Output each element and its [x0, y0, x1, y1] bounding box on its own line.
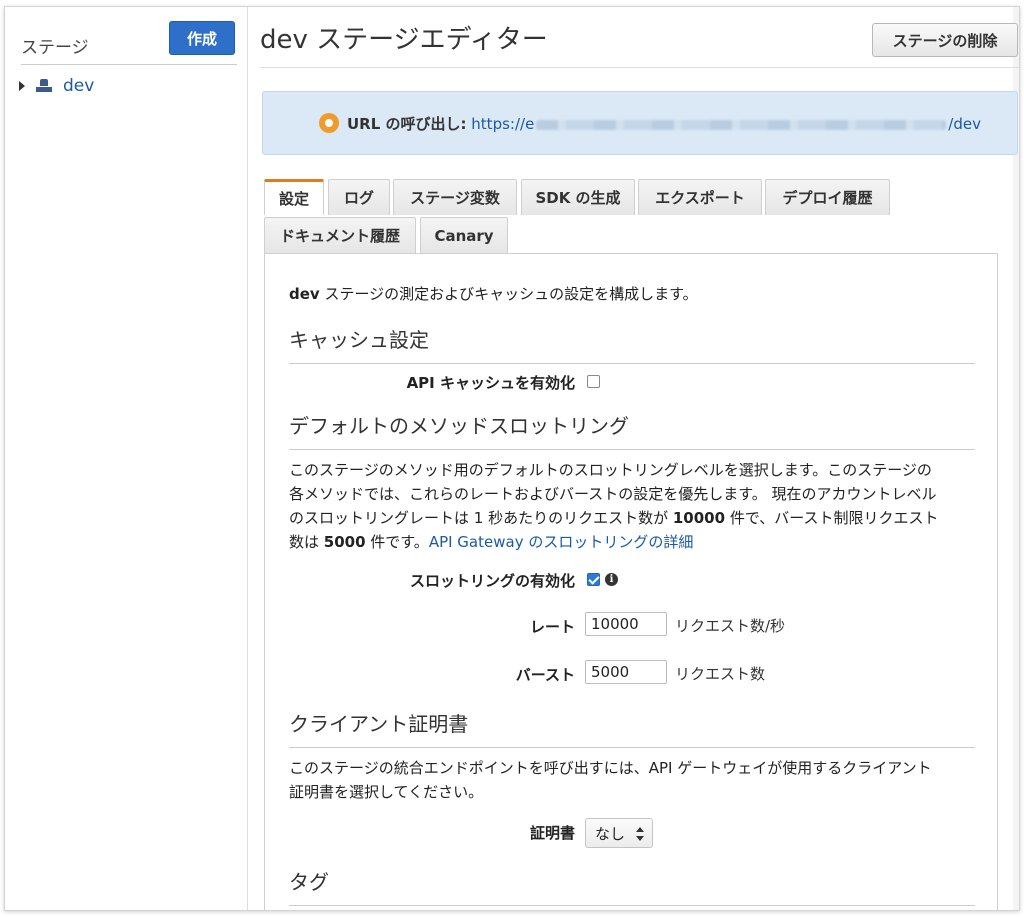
settings-intro: dev ステージの測定およびキャッシュの設定を構成します。 [289, 282, 698, 306]
desc-text: 件です。 [365, 533, 429, 551]
throttling-details-link[interactable]: API Gateway のスロットリングの詳細 [429, 533, 694, 551]
tab-stage-variables[interactable]: ステージ変数 [393, 179, 517, 215]
tab-export[interactable]: エクスポート [638, 179, 762, 215]
cert-desc-line: 証明書を選択してください。 [289, 783, 484, 801]
enable-cache-checkbox[interactable] [587, 375, 600, 388]
enable-throttling-label: スロットリングの有効化 [409, 572, 575, 590]
cert-desc-line: このステージの統合エンドポイントを呼び出すには、API ゲートウェイが使用するク… [289, 759, 932, 777]
sidebar-header: ステージ 作成 [21, 21, 237, 65]
desc-text: 件で、バースト制限リクエスト [725, 509, 939, 527]
create-button[interactable]: 作成 [169, 21, 235, 55]
sidebar-title: ステージ [21, 38, 89, 58]
burst-unit: リクエスト数 [675, 665, 766, 683]
stage-tree-item-dev[interactable]: dev [19, 75, 94, 97]
settings-panel: dev ステージの測定およびキャッシュの設定を構成します。 キャッシュ設定 AP… [264, 253, 998, 910]
certificate-selected-value: なし [595, 824, 626, 843]
client-certificate-description: このステージの統合エンドポイントを呼び出すには、API ゲートウェイが使用するク… [289, 756, 989, 804]
cache-settings-heading: キャッシュ設定 [289, 324, 975, 364]
select-arrows-icon [636, 827, 644, 841]
burst-label: バースト [515, 666, 575, 684]
invoke-url-banner: URL の呼び出し: https://e/dev [262, 91, 1018, 155]
tab-logs[interactable]: ログ [328, 179, 390, 215]
rate-unit: リクエスト数/秒 [675, 617, 786, 635]
client-certificate-heading: クライアント証明書 [289, 708, 975, 748]
enable-throttling-checkbox[interactable] [587, 573, 600, 586]
tags-heading: タグ [289, 866, 975, 906]
throttling-heading: デフォルトのメソッドスロットリング [289, 410, 975, 450]
tab-deployment-history[interactable]: デプロイ履歴 [765, 179, 890, 215]
invoke-url-start[interactable]: https://e [471, 115, 534, 133]
tab-canary[interactable]: Canary [420, 217, 508, 253]
throttling-desc-line: 各メソッドでは、これらのレートおよびバーストの設定を優先します。 現在のアカウン… [289, 485, 937, 503]
certificate-label: 証明書 [529, 824, 575, 842]
intro-text: ステージの測定およびキャッシュの設定を構成します。 [319, 285, 698, 303]
throttling-desc-line: のスロットリングレートは 1 秒あたりのリクエスト数が 10000 件で、バース… [289, 506, 989, 530]
stage-editor: dev ステージエディター ステージの削除 URL の呼び出し: https:/… [260, 7, 1019, 910]
throttling-desc-line: 数は 5000 件です。API Gateway のスロットリングの詳細 [289, 530, 989, 554]
invoke-url-end[interactable]: /dev [948, 115, 981, 133]
rate-limit-value: 10000 [672, 509, 726, 527]
intro-stage-name: dev [289, 285, 320, 303]
page-title: dev ステージエディター [260, 25, 548, 55]
stage-icon [35, 78, 53, 94]
stages-sidebar: ステージ 作成 dev [5, 7, 248, 910]
throttling-desc-line: このステージのメソッド用のデフォルトのスロットリングレベルを選択します。このステ… [289, 461, 932, 479]
divider [260, 67, 1019, 68]
tab-sdk-generation[interactable]: SDK の生成 [521, 179, 635, 215]
info-icon[interactable]: i [605, 573, 618, 586]
throttling-description: このステージのメソッド用のデフォルトのスロットリングレベルを選択します。このステ… [289, 458, 989, 554]
invoke-url-label: URL の呼び出し: [347, 115, 467, 133]
tab-settings[interactable]: 設定 [264, 179, 324, 215]
rate-input[interactable] [585, 612, 667, 636]
rate-label: レート [529, 618, 575, 636]
redacted-url [536, 119, 947, 130]
tab-documentation-history[interactable]: ドキュメント履歴 [264, 217, 416, 253]
burst-limit-value: 5000 [323, 533, 366, 551]
delete-stage-button[interactable]: ステージの削除 [872, 23, 1018, 57]
desc-text: のスロットリングレートは 1 秒あたりのリクエスト数が [289, 509, 673, 527]
certificate-select[interactable]: なし [585, 818, 653, 848]
desc-text: 数は [289, 533, 324, 551]
expand-arrow-icon[interactable] [19, 81, 25, 91]
stage-label[interactable]: dev [63, 76, 94, 96]
invoke-url-text: URL の呼び出し: https://e/dev [347, 113, 981, 134]
enable-cache-label: API キャッシュを有効化 [406, 374, 575, 392]
burst-input[interactable] [585, 660, 667, 684]
app-window: ステージ 作成 dev dev ステージエディター ステージの削除 URL の呼… [4, 6, 1020, 911]
info-dot-icon [319, 113, 339, 133]
